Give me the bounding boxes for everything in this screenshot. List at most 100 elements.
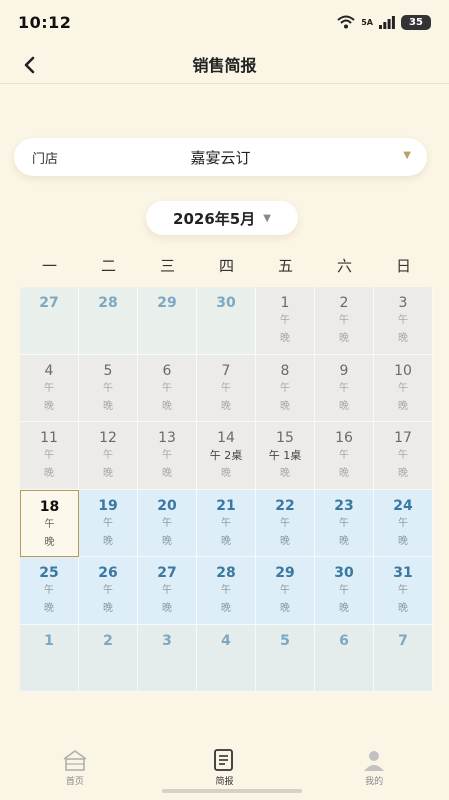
status-icons: 5A 35 bbox=[337, 14, 431, 30]
dinner-slot: 晚 bbox=[339, 400, 349, 412]
calendar-day-cell[interactable]: 30 午晚 bbox=[315, 557, 374, 625]
store-selector[interactable]: 门店 嘉宴云订 ▼ bbox=[14, 138, 427, 176]
calendar-day-cell[interactable]: 27 bbox=[20, 287, 79, 355]
calendar-day-cell[interactable]: 21 午晚 bbox=[197, 489, 256, 557]
lunch-slot: 午 bbox=[221, 382, 231, 394]
day-number: 18 bbox=[39, 498, 60, 515]
lunch-slot: 午 bbox=[280, 315, 290, 326]
dinner-slot: 晚 bbox=[162, 603, 172, 614]
calendar-day-cell[interactable]: 22 午晚 bbox=[256, 489, 315, 557]
day-number: 16 bbox=[335, 430, 353, 446]
calendar-day-cell[interactable]: 10 午晚 bbox=[374, 354, 433, 422]
calendar-day-cell[interactable]: 26 午晚 bbox=[79, 557, 138, 625]
tab-report[interactable]: 简报 bbox=[184, 748, 264, 787]
calendar-day-cell[interactable]: 30 bbox=[197, 287, 256, 355]
calendar-day-cell[interactable]: 1 bbox=[20, 624, 79, 692]
page-header: 销售简报 bbox=[0, 44, 449, 84]
calendar-day-cell[interactable]: 27 午晚 bbox=[138, 557, 197, 625]
calendar-day-cell[interactable]: 1 午晚 bbox=[256, 287, 315, 355]
calendar-day-cell[interactable]: 3 午晚 bbox=[374, 287, 433, 355]
lunch-slot: 午 bbox=[398, 315, 408, 326]
month-label: 2026年5月 bbox=[173, 209, 256, 228]
back-button[interactable] bbox=[14, 50, 44, 80]
day-number: 6 bbox=[339, 632, 349, 649]
day-number: 14 bbox=[217, 430, 235, 446]
calendar-day-cell[interactable]: 28 午晚 bbox=[197, 557, 256, 625]
lunch-slot: 午 bbox=[280, 585, 290, 596]
day-number: 29 bbox=[157, 295, 177, 311]
home-icon bbox=[63, 750, 87, 771]
calendar-day-cell[interactable]: 14 午 2桌晚 bbox=[197, 422, 256, 490]
day-number: 2 bbox=[103, 632, 113, 649]
calendar-day-cell[interactable]: 6 bbox=[315, 624, 374, 692]
lunch-slot: 午 bbox=[44, 585, 54, 596]
dinner-slot: 晚 bbox=[221, 603, 231, 614]
calendar-day-cell[interactable]: 5 午晚 bbox=[79, 354, 138, 422]
calendar-day-cell[interactable]: 2 bbox=[79, 624, 138, 692]
calendar-day-cell[interactable]: 23 午晚 bbox=[315, 489, 374, 557]
day-number: 25 bbox=[39, 565, 59, 581]
calendar-day-cell[interactable]: 4 bbox=[197, 624, 256, 692]
tab-mine[interactable]: 我的 bbox=[334, 748, 414, 787]
dinner-slot: 晚 bbox=[398, 468, 408, 479]
calendar-day-cell[interactable]: 24 午晚 bbox=[374, 489, 433, 557]
calendar-day-cell[interactable]: 17 午晚 bbox=[374, 422, 433, 490]
calendar-day-cell[interactable]: 4 午晚 bbox=[20, 354, 79, 422]
calendar-day-cell[interactable]: 12 午晚 bbox=[79, 422, 138, 490]
calendar-day-cell[interactable]: 18 午晚 bbox=[20, 489, 79, 557]
dinner-slot: 晚 bbox=[103, 400, 113, 412]
lunch-slot: 午 1桌 bbox=[268, 449, 302, 462]
calendar-day-cell[interactable]: 19 午晚 bbox=[79, 489, 138, 557]
day-number: 1 bbox=[44, 632, 54, 649]
calendar-day-cell[interactable]: 2 午晚 bbox=[315, 287, 374, 355]
day-number: 9 bbox=[339, 362, 349, 379]
calendar-day-cell[interactable]: 16 午晚 bbox=[315, 422, 374, 490]
wifi-icon bbox=[337, 15, 355, 29]
calendar-day-cell[interactable]: 15 午 1桌晚 bbox=[256, 422, 315, 490]
calendar-day-cell[interactable]: 20 午晚 bbox=[138, 489, 197, 557]
day-number: 27 bbox=[39, 295, 59, 311]
calendar-day-cell[interactable]: 7 午晚 bbox=[197, 354, 256, 422]
calendar-day-cell[interactable]: 29 午晚 bbox=[256, 557, 315, 625]
calendar-day-cell[interactable]: 8 午晚 bbox=[256, 354, 315, 422]
weekday-label: 三 bbox=[159, 257, 175, 275]
day-number: 28 bbox=[98, 295, 118, 311]
user-icon bbox=[364, 751, 385, 771]
calendar-day-cell[interactable]: 28 bbox=[79, 287, 138, 355]
calendar-day-cell[interactable]: 29 bbox=[138, 287, 197, 355]
calendar-day-cell[interactable]: 13 午晚 bbox=[138, 422, 197, 490]
day-number: 30 bbox=[216, 295, 236, 311]
day-number: 24 bbox=[393, 497, 413, 514]
calendar-grid: 27 28 29 30 1 午晚 2 午晚 3 午晚 4 午晚 5 午晚 6 午晚 7 午晚 8 午晚 9 午晚 10 午晚 1… bbox=[20, 287, 433, 692]
lunch-slot: 午 bbox=[280, 517, 290, 529]
tab-label: 简报 bbox=[215, 777, 234, 787]
calendar-day-cell[interactable]: 6 午晚 bbox=[138, 354, 197, 422]
lunch-slot: 午 bbox=[339, 517, 349, 529]
dinner-slot: 晚 bbox=[280, 400, 290, 412]
day-number: 15 bbox=[276, 430, 294, 446]
dinner-slot: 晚 bbox=[398, 535, 408, 547]
tab-home[interactable]: 首页 bbox=[35, 748, 115, 787]
lunch-slot: 午 bbox=[44, 382, 54, 394]
lunch-slot: 午 bbox=[103, 585, 113, 596]
calendar-day-cell[interactable]: 31 午晚 bbox=[374, 557, 433, 625]
day-number: 28 bbox=[216, 565, 236, 581]
day-number: 31 bbox=[393, 565, 413, 581]
day-number: 26 bbox=[98, 565, 118, 581]
day-number: 4 bbox=[221, 632, 231, 649]
calendar-day-cell[interactable]: 5 bbox=[256, 624, 315, 692]
weekday-header: 一二三四五六日 bbox=[20, 252, 433, 280]
dinner-slot: 晚 bbox=[103, 603, 113, 614]
calendar-day-cell[interactable]: 25 午晚 bbox=[20, 557, 79, 625]
month-picker[interactable]: 2026年5月 ▼ bbox=[146, 201, 298, 235]
calendar-day-cell[interactable]: 11 午晚 bbox=[20, 422, 79, 490]
calendar-day-cell[interactable]: 3 bbox=[138, 624, 197, 692]
page-title: 销售简报 bbox=[192, 55, 257, 75]
day-number: 1 bbox=[280, 295, 290, 311]
dinner-slot: 晚 bbox=[221, 400, 231, 412]
calendar-day-cell[interactable]: 7 bbox=[374, 624, 433, 692]
dinner-slot: 晚 bbox=[44, 400, 54, 412]
calendar-day-cell[interactable]: 9 午晚 bbox=[315, 354, 374, 422]
day-number: 4 bbox=[44, 362, 54, 379]
lunch-slot: 午 bbox=[339, 450, 349, 461]
